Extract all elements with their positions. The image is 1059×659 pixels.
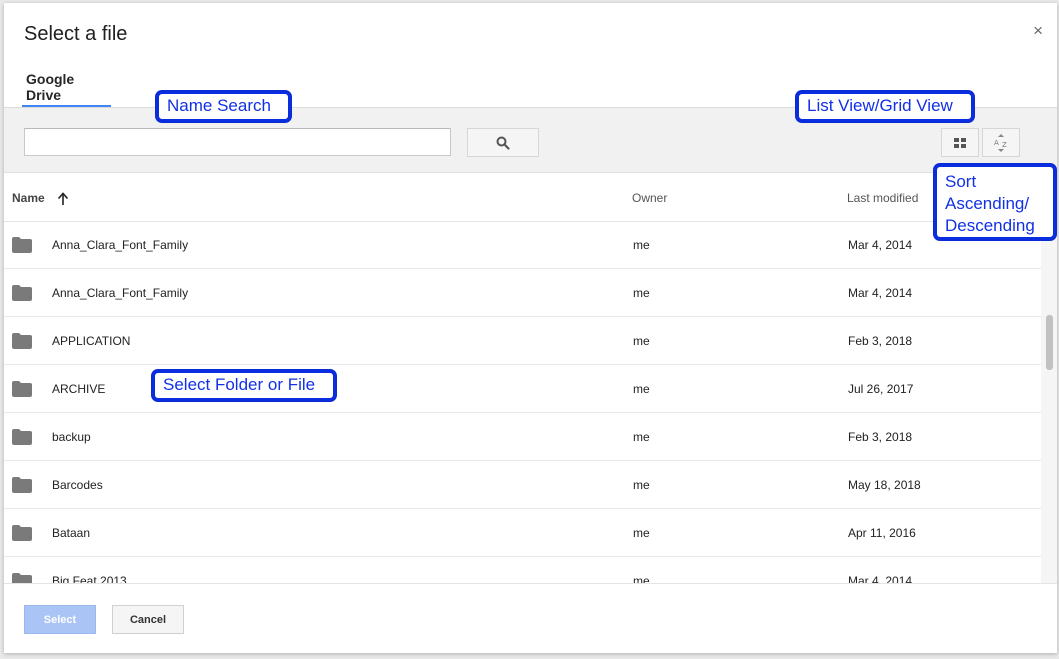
file-owner: me xyxy=(633,238,650,252)
callout-sort-line: Ascending/ xyxy=(945,194,1030,213)
grid-view-button[interactable] xyxy=(941,128,979,157)
search-button[interactable] xyxy=(467,128,539,157)
file-owner: me xyxy=(633,574,650,583)
folder-icon xyxy=(12,285,32,301)
folder-icon xyxy=(12,525,32,541)
callout-sort-line: Sort xyxy=(945,172,977,191)
column-name-label: Name xyxy=(12,191,45,205)
file-name: APPLICATION xyxy=(52,334,131,348)
callout-name-search: Name Search xyxy=(156,91,291,122)
list-item[interactable]: Big Feat 2013 me Mar 4, 2014 xyxy=(4,557,1041,583)
folder-icon xyxy=(12,429,32,445)
file-name: Anna_Clara_Font_Family xyxy=(52,286,189,300)
folder-icon xyxy=(12,381,32,397)
file-name: backup xyxy=(52,430,91,444)
file-name: Bataan xyxy=(52,526,91,540)
file-name: Anna_Clara_Font_Family xyxy=(52,238,189,252)
list-item[interactable]: Bataan me Apr 11, 2016 xyxy=(4,509,1041,557)
file-owner: me xyxy=(633,478,650,492)
dialog-footer: Select Cancel xyxy=(4,583,1057,653)
callout-sort-line: Descending xyxy=(945,216,1035,235)
close-icon[interactable]: × xyxy=(1033,22,1043,39)
tab-google-drive[interactable]: Google Drive xyxy=(22,71,111,107)
file-name: ARCHIVE xyxy=(52,382,106,396)
select-button[interactable]: Select xyxy=(24,605,96,634)
file-modified-date: Feb 3, 2018 xyxy=(848,430,913,444)
arrow-up-icon xyxy=(57,191,68,205)
callout-list-grid-view: List View/Grid View xyxy=(796,91,974,122)
column-header-last-modified[interactable]: Last modified xyxy=(847,191,918,205)
list-item[interactable]: APPLICATION me Feb 3, 2018 xyxy=(4,317,1041,365)
file-list: Anna_Clara_Font_Family me Mar 4, 2014 An… xyxy=(4,221,1041,583)
folder-icon xyxy=(12,237,32,253)
file-owner: me xyxy=(633,430,650,444)
callout-sort: Sort Ascending/ Descending xyxy=(934,164,1056,240)
sort-az-icon: A Z xyxy=(994,133,1007,152)
list-item[interactable]: backup me Feb 3, 2018 xyxy=(4,413,1041,461)
file-modified-date: Jul 26, 2017 xyxy=(848,382,914,396)
file-name: Barcodes xyxy=(52,478,103,492)
file-modified-date: Apr 11, 2016 xyxy=(848,526,916,540)
file-owner: me xyxy=(633,286,650,300)
cancel-button[interactable]: Cancel xyxy=(112,605,184,634)
file-owner: me xyxy=(633,382,650,396)
search-input[interactable] xyxy=(24,128,451,156)
list-item[interactable]: Anna_Clara_Font_Family me Mar 4, 2014 xyxy=(4,221,1041,269)
file-modified-date: Mar 4, 2014 xyxy=(848,574,913,583)
dialog-title: Select a file xyxy=(24,23,128,45)
file-owner: me xyxy=(633,334,650,348)
file-modified-date: May 18, 2018 xyxy=(848,478,921,492)
svg-text:A: A xyxy=(994,139,999,147)
column-header-owner[interactable]: Owner xyxy=(632,191,667,205)
column-header-name[interactable]: Name xyxy=(12,191,69,205)
sort-button[interactable]: A Z xyxy=(982,128,1020,157)
search-icon xyxy=(496,136,510,150)
folder-icon xyxy=(12,333,32,349)
file-owner: me xyxy=(633,526,650,540)
folder-icon xyxy=(12,477,32,493)
file-modified-date: Mar 4, 2014 xyxy=(848,238,913,252)
grid-view-icon xyxy=(954,137,966,148)
folder-icon xyxy=(12,573,32,583)
svg-text:Z: Z xyxy=(1002,141,1007,149)
list-item[interactable]: Barcodes me May 18, 2018 xyxy=(4,461,1041,509)
callout-select-folder: Select Folder or File xyxy=(152,370,336,401)
scrollbar[interactable] xyxy=(1041,221,1057,583)
file-modified-date: Feb 3, 2018 xyxy=(848,334,913,348)
list-item[interactable]: Anna_Clara_Font_Family me Mar 4, 2014 xyxy=(4,269,1041,317)
scrollbar-thumb[interactable] xyxy=(1046,315,1053,370)
file-list-header: Name Owner Last modified xyxy=(4,173,1041,222)
file-name: Big Feat 2013 xyxy=(52,574,127,583)
file-modified-date: Mar 4, 2014 xyxy=(848,286,913,300)
